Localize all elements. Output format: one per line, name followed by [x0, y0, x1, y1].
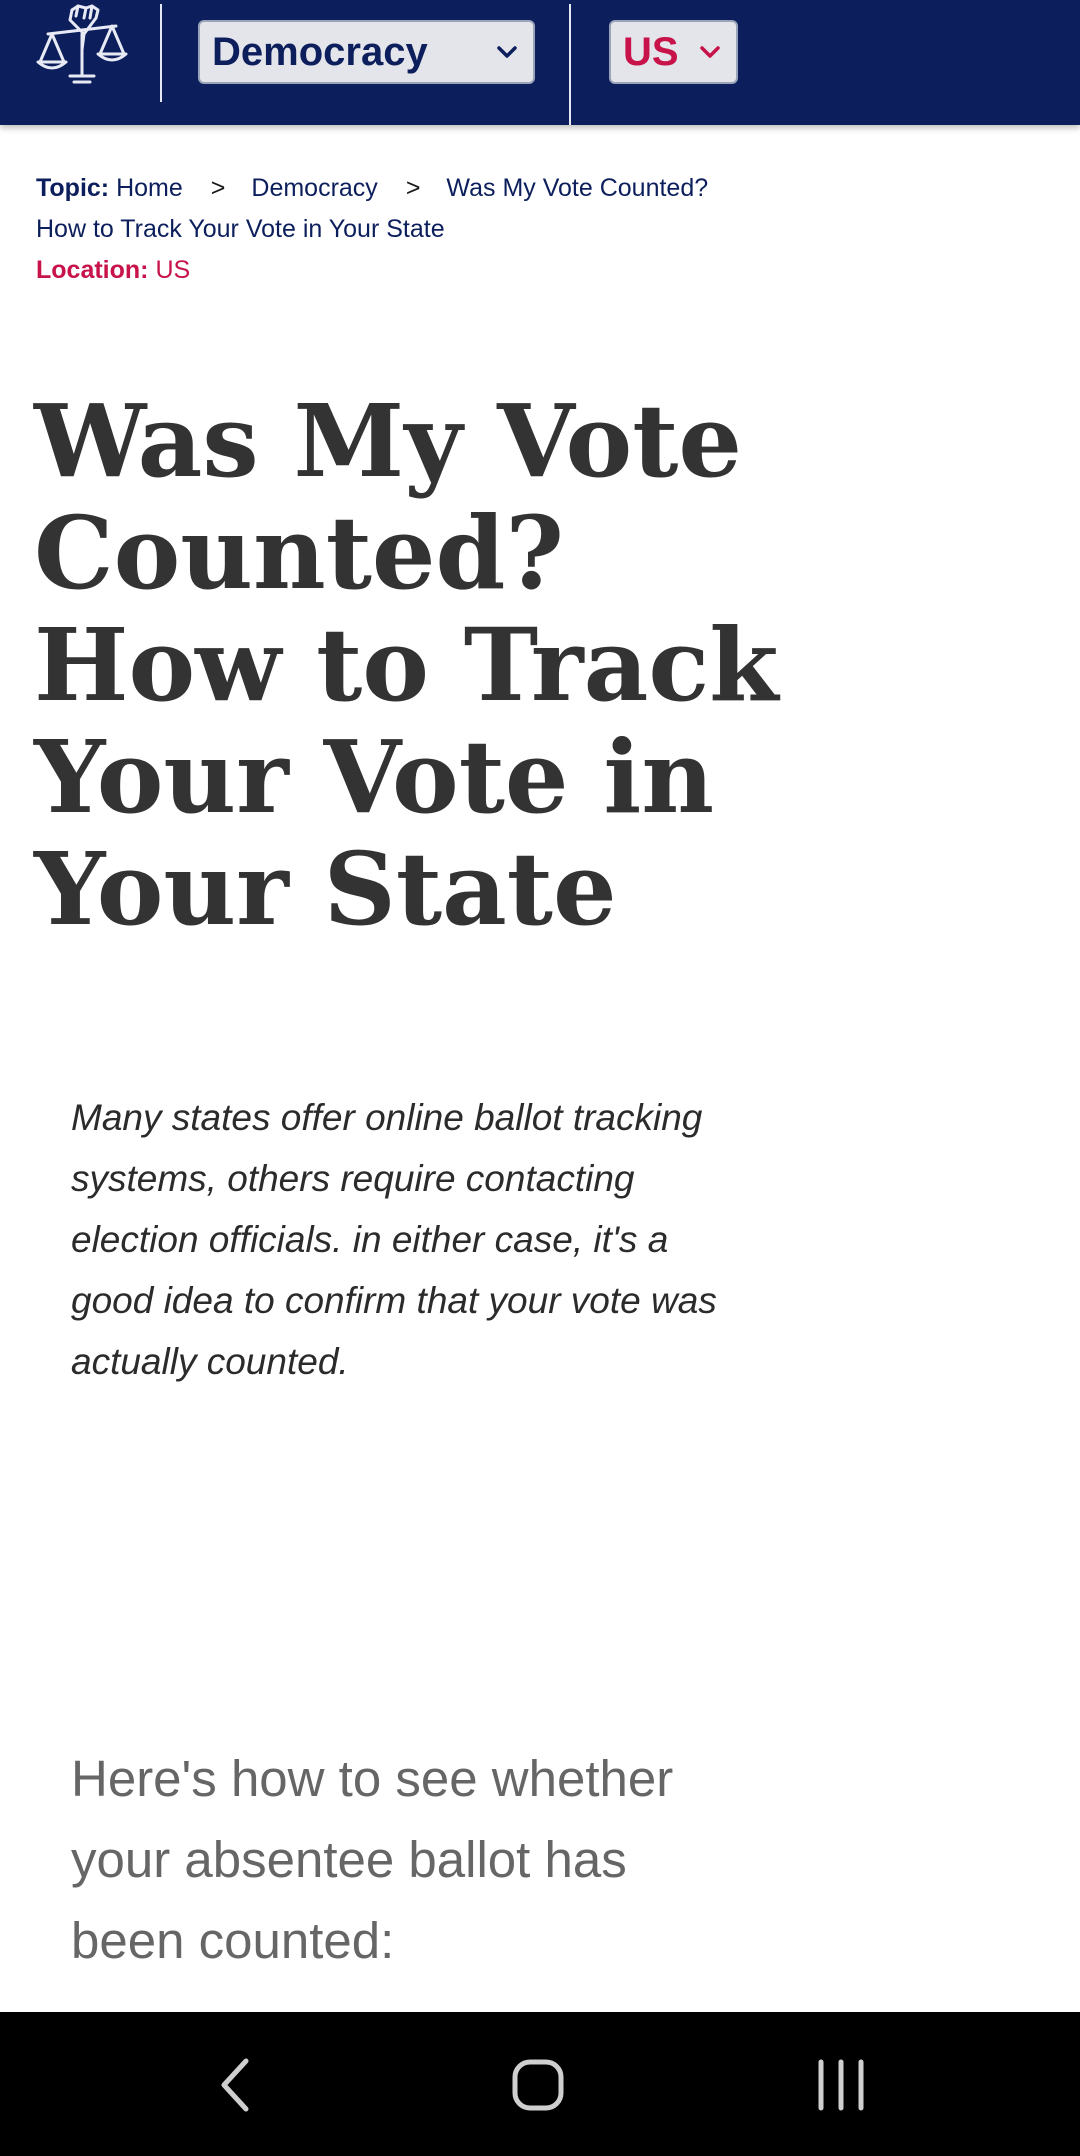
topic-select[interactable]: Democracy [198, 20, 535, 84]
location-select-value: US [623, 29, 679, 74]
breadcrumb-link-democracy[interactable]: Democracy [251, 174, 377, 202]
breadcrumb-topic-line: Topic: Home > Democracy > Was My Vote Counte… [36, 168, 796, 209]
breadcrumb-location-key: Location: [36, 256, 149, 284]
system-nav-bar [0, 2012, 1080, 2156]
header-divider [160, 4, 162, 102]
chevron-down-icon [493, 38, 521, 66]
breadcrumb-location-line: Location: US [36, 250, 796, 291]
breadcrumb-link-current-article-cont[interactable]: How to Track Your Vote in Your State [36, 215, 445, 243]
scales-fist-icon[interactable] [34, 4, 130, 88]
topic-select-value: Democracy [212, 29, 428, 74]
back-chevron-icon[interactable] [191, 2040, 281, 2130]
section-lead: Here's how to see whether your absentee … [71, 1750, 674, 1969]
breadcrumb: Topic: Home > Democracy > Was My Vote Counte… [36, 168, 796, 291]
header-divider [569, 4, 571, 125]
breadcrumb-link-current-article[interactable]: Was My Vote Counted? [446, 174, 708, 202]
breadcrumb-separator: > [210, 174, 226, 202]
article-intro: Many states offer online ballot tracking… [71, 1097, 717, 1382]
chevron-down-icon [696, 38, 724, 66]
page: Democracy US Topic: Home > Democracy > Was M… [0, 0, 1080, 2156]
breadcrumb-location-value: US [155, 256, 191, 284]
breadcrumb-link-home[interactable]: Home [116, 174, 183, 202]
breadcrumb-continuation: How to Track Your Vote in Your State [36, 209, 796, 250]
location-select[interactable]: US [609, 20, 738, 84]
home-icon[interactable] [493, 2040, 583, 2130]
breadcrumb-separator: > [405, 174, 421, 202]
recent-apps-icon[interactable] [796, 2040, 886, 2130]
site-header: Democracy US [0, 0, 1080, 125]
breadcrumb-topic-key: Topic: [36, 174, 110, 202]
page-title: Was My Vote Counted? How to Track Your V… [34, 382, 779, 948]
